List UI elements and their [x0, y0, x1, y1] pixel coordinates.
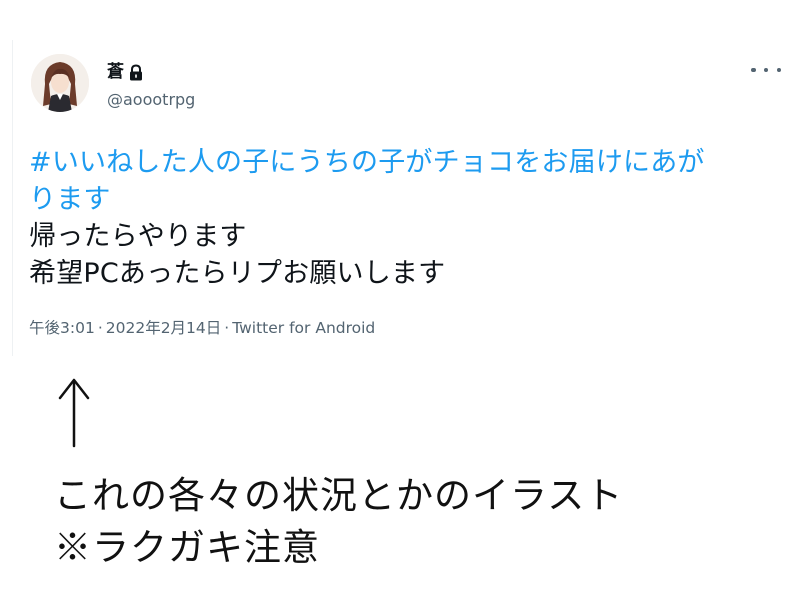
avatar[interactable] — [31, 54, 89, 112]
meta-separator: · — [224, 319, 230, 337]
more-options-button[interactable] — [751, 60, 781, 80]
hashtag-link-continued[interactable]: ります — [29, 181, 789, 218]
annotation-caption: これの各々の状況とかのイラスト ※ラクガキ注意 — [54, 470, 623, 574]
tweet-time[interactable]: 午後3:01 — [29, 319, 95, 337]
tweet-body-line: 帰ったらやります — [29, 221, 247, 252]
lock-icon — [128, 63, 144, 81]
more-dot-icon — [776, 67, 781, 73]
tweet-text: #いいねした人の子にうちの子がチョコをお届けにあが ります 帰ったらやります 希… — [29, 144, 789, 292]
tweet-body-line: 希望PCあったらリプお願いします — [29, 258, 446, 289]
avatar-illustration — [31, 54, 89, 112]
more-dot-icon — [763, 67, 769, 73]
display-name-row: 蒼 — [107, 62, 144, 82]
up-arrow-icon — [56, 376, 96, 448]
tweet-metadata: 午後3:01 · 2022年2月14日 · Twitter for Android — [29, 318, 375, 338]
more-dot-icon — [751, 67, 756, 73]
meta-separator: · — [97, 319, 103, 337]
tweet-card[interactable]: 蒼 @aoootrpg #いいねした人の子にうちの子がチョコをお届けにあが りま… — [12, 40, 799, 356]
caption-line: ※ラクガキ注意 — [54, 526, 320, 569]
user-handle[interactable]: @aoootrpg — [107, 90, 195, 110]
hashtag-link[interactable]: #いいねした人の子にうちの子がチョコをお届けにあが — [29, 144, 789, 181]
tweet-source[interactable]: Twitter for Android — [232, 319, 375, 337]
display-name[interactable]: 蒼 — [107, 62, 124, 82]
caption-line: これの各々の状況とかのイラスト — [54, 474, 624, 517]
tweet-date[interactable]: 2022年2月14日 — [106, 319, 222, 337]
